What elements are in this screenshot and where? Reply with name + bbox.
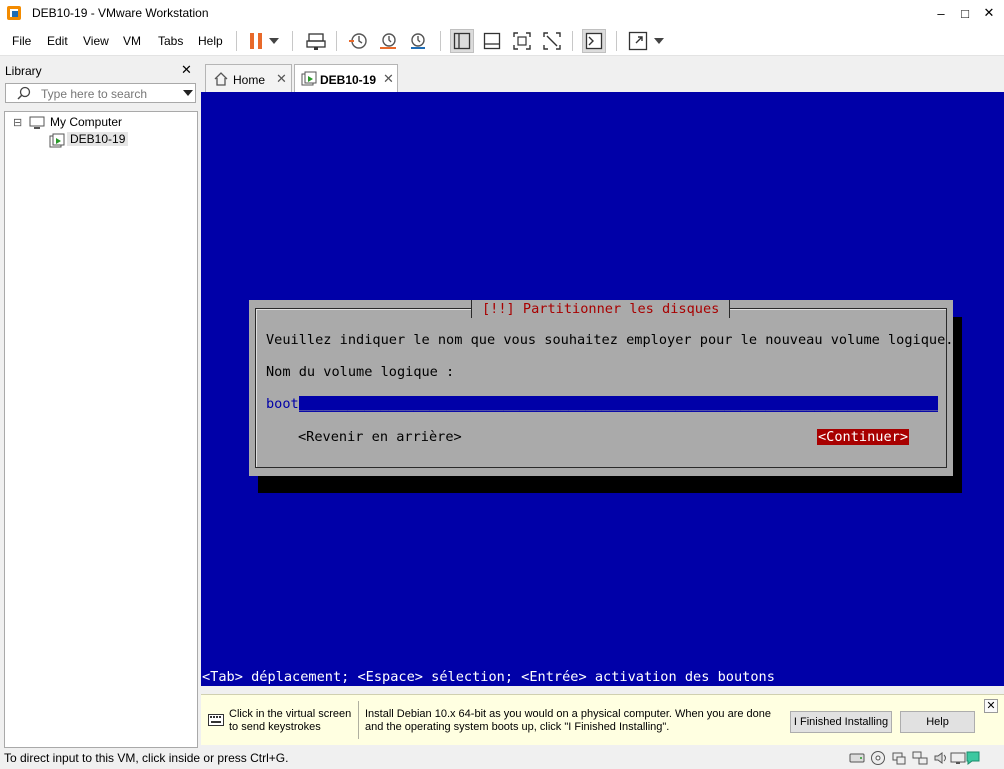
send-ctrl-alt-del-icon[interactable] — [304, 29, 328, 53]
library-search-input[interactable]: Type here to search — [5, 83, 196, 103]
tree-item-my-computer[interactable]: My Computer — [50, 115, 122, 129]
menu-toolbar: File Edit View VM Tabs Help — [0, 26, 1004, 56]
sound-icon[interactable] — [933, 750, 949, 766]
cdrom-icon[interactable] — [870, 750, 886, 766]
help-button[interactable]: Help — [900, 711, 975, 733]
tree-collapse-toggle[interactable]: ⊟ — [13, 116, 22, 129]
keyboard-hint: <Tab> déplacement; <Espace> sélection; <… — [202, 669, 775, 685]
status-bar: To direct input to this VM, click inside… — [0, 748, 1004, 768]
menu-tabs[interactable]: Tabs — [158, 34, 183, 48]
tab-strip: Home ✕ DEB10-19 ✕ — [201, 58, 1004, 93]
menu-vm[interactable]: VM — [123, 34, 141, 48]
tab-vm[interactable]: DEB10-19 ✕ — [294, 64, 398, 93]
window-title: DEB10-19 - VMware Workstation — [32, 6, 209, 20]
tab-home-close-button[interactable]: ✕ — [276, 71, 287, 87]
menu-help[interactable]: Help — [198, 34, 223, 48]
display-icon[interactable] — [950, 750, 966, 766]
pause-icon[interactable] — [244, 29, 268, 53]
menu-edit[interactable]: Edit — [47, 34, 68, 48]
library-panel: Library ✕ Type here to search ⊟ My Compu… — [0, 58, 200, 748]
computer-icon — [29, 116, 45, 133]
keystroke-tip-text: Click in the virtual screen to send keys… — [229, 708, 352, 733]
pause-dropdown-icon[interactable] — [266, 29, 282, 53]
toolbar-separator — [440, 31, 441, 51]
dialog-prompt: Veuillez indiquer le nom que vous souhai… — [266, 332, 954, 348]
message-icon[interactable] — [965, 750, 981, 766]
tip-close-button[interactable]: ✕ — [984, 699, 998, 713]
toolbar-separator — [292, 31, 293, 51]
back-button[interactable]: <Revenir en arrière> — [298, 429, 462, 445]
tab-home[interactable]: Home ✕ — [205, 64, 292, 92]
keyboard-icon — [208, 714, 224, 729]
volume-name-label: Nom du volume logique : — [266, 364, 455, 380]
title-bar: DEB10-19 - VMware Workstation – □ ✕ — [0, 0, 1004, 26]
menu-view[interactable]: View — [83, 34, 109, 48]
revert-snapshot-icon[interactable] — [376, 29, 400, 53]
install-tip-bar: Click in the virtual screen to send keys… — [201, 694, 1004, 745]
library-title: Library — [5, 64, 42, 78]
search-icon — [17, 86, 31, 103]
full-screen-icon[interactable] — [510, 29, 534, 53]
vm-running-icon — [49, 133, 65, 152]
toolbar-separator — [616, 31, 617, 51]
usb-icon[interactable] — [891, 750, 907, 766]
home-icon — [214, 72, 228, 89]
tree-item-vm[interactable]: DEB10-19 — [67, 132, 129, 146]
menu-file[interactable]: File — [12, 34, 31, 48]
finished-installing-button[interactable]: I Finished Installing — [790, 711, 892, 733]
vm-console-screen[interactable]: [!!] Partitionner les disques Veuillez i… — [201, 92, 1004, 686]
library-view-icon[interactable] — [450, 29, 474, 53]
thumbnail-bar-icon[interactable] — [480, 29, 504, 53]
search-placeholder: Type here to search — [41, 87, 148, 101]
search-dropdown-icon[interactable] — [183, 90, 193, 96]
dialog-title: [!!] Partitionner les disques — [471, 300, 731, 318]
tab-vm-label: DEB10-19 — [320, 73, 377, 87]
tip-divider — [358, 701, 359, 739]
library-tree: ⊟ My Computer DEB10-19 — [4, 111, 198, 748]
snapshot-icon[interactable] — [346, 29, 370, 53]
hard-disk-icon[interactable] — [849, 750, 865, 766]
snapshot-manager-icon[interactable] — [406, 29, 430, 53]
toolbar-separator — [336, 31, 337, 51]
input-underscore-fill: ________________________________________… — [298, 396, 938, 412]
network-icon[interactable] — [912, 750, 928, 766]
toolbar-separator — [236, 31, 237, 51]
partition-dialog: [!!] Partitionner les disques Veuillez i… — [249, 300, 953, 476]
volume-name-value: boot — [266, 396, 299, 412]
volume-name-input[interactable]: boot____________________________________… — [266, 396, 938, 412]
continue-button[interactable]: <Continuer> — [817, 429, 910, 445]
close-window-button[interactable]: ✕ — [974, 0, 1004, 26]
tab-home-label: Home — [233, 73, 266, 87]
console-view-icon[interactable] — [582, 29, 606, 53]
install-tip-text: Install Debian 10.x 64-bit as you would … — [365, 708, 772, 733]
status-text: To direct input to this VM, click inside… — [4, 751, 289, 765]
library-close-button[interactable]: ✕ — [181, 62, 192, 78]
stretch-guest-icon[interactable] — [626, 29, 650, 53]
vmware-logo-icon — [6, 5, 22, 21]
stretch-dropdown-icon[interactable] — [652, 29, 666, 53]
toolbar-separator — [572, 31, 573, 51]
unity-icon[interactable] — [540, 29, 564, 53]
vm-running-icon — [301, 71, 317, 90]
tab-vm-close-button[interactable]: ✕ — [383, 71, 394, 87]
